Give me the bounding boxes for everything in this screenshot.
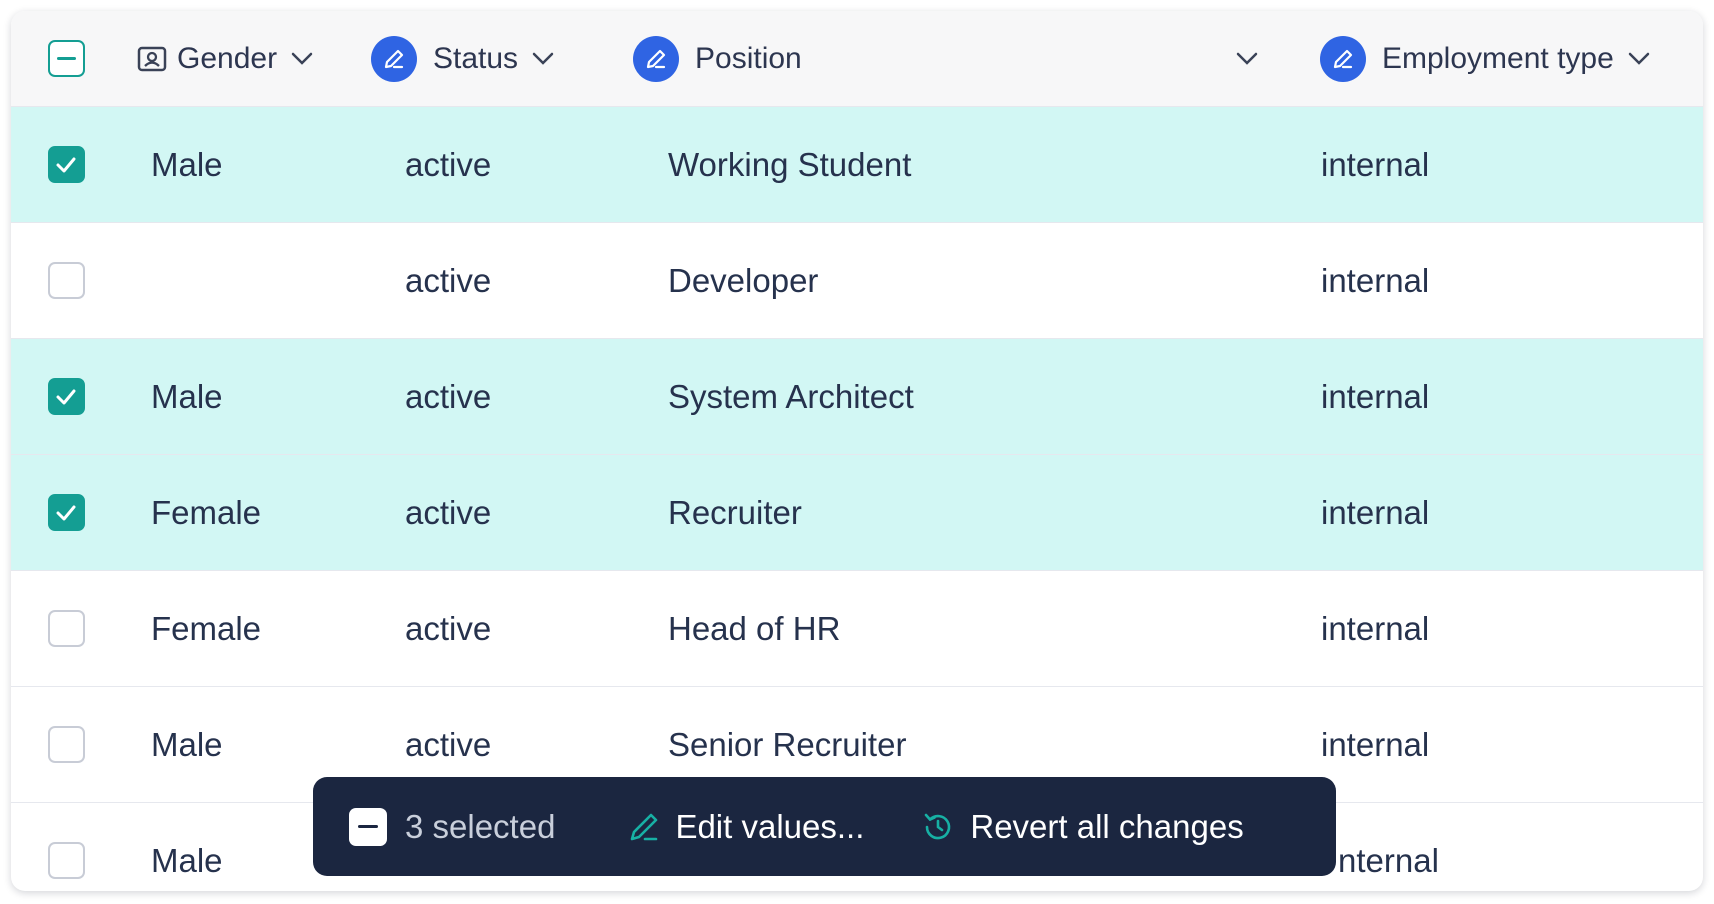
row-checkbox[interactable] [47, 842, 85, 879]
status-cell[interactable]: active [405, 571, 491, 686]
table-header: Gender Status Position Employment type [11, 11, 1703, 107]
row-checkbox-cell [11, 687, 121, 802]
table-row[interactable]: Female active Head of HR internal [11, 571, 1703, 687]
id-card-icon [137, 46, 167, 72]
checkmark-icon [56, 157, 76, 172]
row-checkbox[interactable] [47, 378, 85, 415]
employment-type-cell[interactable]: internal [1321, 455, 1429, 570]
deselect-all-checkbox[interactable] [349, 807, 387, 846]
status-cell[interactable]: active [405, 455, 491, 570]
status-cell[interactable]: active [405, 223, 491, 338]
employment-type-cell[interactable]: internal [1321, 687, 1429, 802]
select-all-checkbox[interactable] [47, 40, 85, 77]
edit-values-button[interactable]: Edit values... [627, 808, 864, 846]
gender-cell[interactable]: Male [151, 339, 223, 454]
position-cell[interactable]: Developer [668, 223, 818, 338]
row-checkbox-cell [11, 803, 121, 891]
row-checkbox-cell [11, 107, 121, 222]
table-row[interactable]: Male active System Architect internal [11, 339, 1703, 455]
bulk-action-toolbar: 3 selected Edit values... Revert all cha… [313, 777, 1336, 876]
column-header-label: Gender [177, 41, 278, 75]
selected-count: 3 selected [405, 807, 556, 845]
employment-type-cell[interactable]: internal [1321, 107, 1429, 222]
employment-type-cell[interactable]: nternal [1338, 803, 1439, 891]
chevron-down-icon[interactable] [1628, 52, 1650, 66]
gender-cell[interactable]: Male [151, 107, 223, 222]
pencil-icon [371, 35, 417, 82]
row-checkbox[interactable] [47, 262, 85, 299]
gender-cell[interactable]: Male [151, 687, 223, 802]
column-header-label: Status [433, 41, 519, 75]
column-header-position[interactable]: Position [633, 11, 1258, 106]
pencil-icon [1320, 35, 1366, 82]
select-all-cell [11, 11, 121, 106]
chevron-down-icon[interactable] [1236, 52, 1258, 66]
position-cell[interactable]: Working Student [668, 107, 911, 222]
position-cell[interactable]: Recruiter [668, 455, 802, 570]
row-checkbox-cell [11, 571, 121, 686]
employment-type-cell[interactable]: internal [1321, 339, 1429, 454]
data-table: Gender Status Position Employment type M… [11, 11, 1703, 891]
employment-type-cell[interactable]: internal [1321, 223, 1429, 338]
history-icon [925, 813, 951, 839]
column-header-label: Position [695, 41, 802, 75]
row-checkbox[interactable] [47, 494, 85, 531]
table-row[interactable]: Male active Working Student internal [11, 107, 1703, 223]
pencil-icon [631, 813, 658, 840]
revert-all-changes-button[interactable]: Revert all changes [920, 807, 1244, 846]
status-cell[interactable]: active [405, 339, 491, 454]
pencil-icon [633, 35, 679, 82]
row-checkbox-cell [11, 223, 121, 338]
gender-cell[interactable]: Female [151, 571, 261, 686]
chevron-down-icon[interactable] [532, 52, 554, 66]
column-header-employment-type[interactable]: Employment type [1320, 11, 1650, 106]
table-row[interactable]: Female active Recruiter internal [11, 455, 1703, 571]
status-cell[interactable]: active [405, 107, 491, 222]
row-checkbox[interactable] [47, 146, 85, 183]
checkmark-icon [56, 389, 76, 404]
gender-cell[interactable]: Male [151, 803, 223, 891]
row-checkbox[interactable] [47, 610, 85, 647]
table-row[interactable]: active Developer internal [11, 223, 1703, 339]
position-cell[interactable]: System Architect [668, 339, 914, 454]
row-checkbox[interactable] [47, 726, 85, 763]
checkmark-icon [56, 505, 76, 520]
revert-all-changes-label: Revert all changes [970, 807, 1244, 845]
gender-cell[interactable]: Female [151, 455, 261, 570]
employment-type-cell[interactable]: internal [1321, 571, 1429, 686]
edit-values-label: Edit values... [675, 807, 865, 845]
chevron-down-icon[interactable] [291, 52, 313, 66]
column-header-gender[interactable]: Gender [137, 11, 313, 106]
column-header-status[interactable]: Status [371, 11, 554, 106]
row-checkbox-cell [11, 339, 121, 454]
row-checkbox-cell [11, 455, 121, 570]
position-cell[interactable]: Head of HR [668, 571, 840, 686]
column-header-label: Employment type [1382, 41, 1614, 75]
